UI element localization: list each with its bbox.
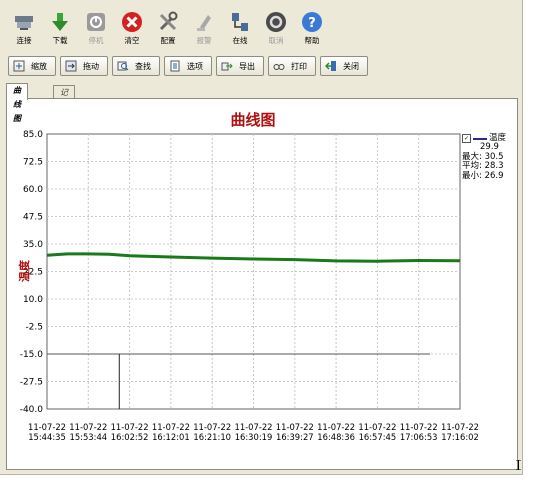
y-tick-label: -27.5 [20,378,43,388]
y-axis-label: 温度 [17,259,31,282]
x-tick-label: 11-07-22 [276,422,314,432]
y-tick-label: 47.5 [23,213,43,223]
y-tick-label: -2.5 [25,323,43,333]
x-tick-label: 16:12:01 [152,432,190,442]
x-tick-label: 11-07-22 [358,422,396,432]
x-tick-label: 11-07-22 [193,422,231,432]
y-tick-label: -40.0 [20,405,44,415]
x-tick-label: 16:39:27 [276,432,314,442]
y-tick-label: 85.0 [23,130,43,140]
x-tick-label: 17:06:53 [400,432,438,442]
x-tick-label: 11-07-22 [69,422,107,432]
x-tick-label: 16:02:52 [111,432,149,442]
y-tick-label: 35.0 [23,240,43,250]
x-tick-label: 11-07-22 [28,422,66,432]
text-cursor-icon [516,460,521,470]
x-tick-label: 15:44:35 [28,432,66,442]
x-tick-label: 16:48:36 [317,432,355,442]
legend-min: 最小: 26.9 [462,170,504,181]
x-tick-label: 15:53:44 [69,432,107,442]
chart-legend: ✓ 温度 29.9 最大: 30.5 平均: 28.3 最小: 26.9 [462,133,506,181]
x-tick-label: 11-07-22 [317,422,355,432]
legend-checkbox[interactable]: ✓ [462,134,471,144]
chart-title: 曲线图 [230,111,275,129]
y-tick-label: -15.0 [20,350,44,360]
legend-line-swatch [473,137,487,140]
line-chart: 85.072.560.047.535.022.510.0-2.5-15.0-27… [17,111,479,442]
x-tick-label: 16:21:10 [193,432,231,442]
app-window: 连接 下载 停机 清空 配置 报警 在线 取消 ? 帮助 缩放 拖动 查找 选项… [0,0,523,475]
x-tick-label: 11-07-22 [111,422,149,432]
x-tick-label: 11-07-22 [441,422,479,432]
x-tick-label: 11-07-22 [234,422,272,432]
y-tick-label: 60.0 [23,185,43,195]
x-tick-label: 17:16:02 [441,432,479,442]
x-tick-label: 16:57:45 [359,432,397,442]
tab-chart[interactable]: 曲线图 [6,83,28,123]
x-tick-label: 11-07-22 [152,422,190,432]
x-tick-label: 16:30:19 [235,432,273,442]
y-tick-label: 10.0 [23,295,43,305]
x-tick-label: 11-07-22 [400,422,438,432]
y-tick-label: 72.5 [23,158,43,168]
